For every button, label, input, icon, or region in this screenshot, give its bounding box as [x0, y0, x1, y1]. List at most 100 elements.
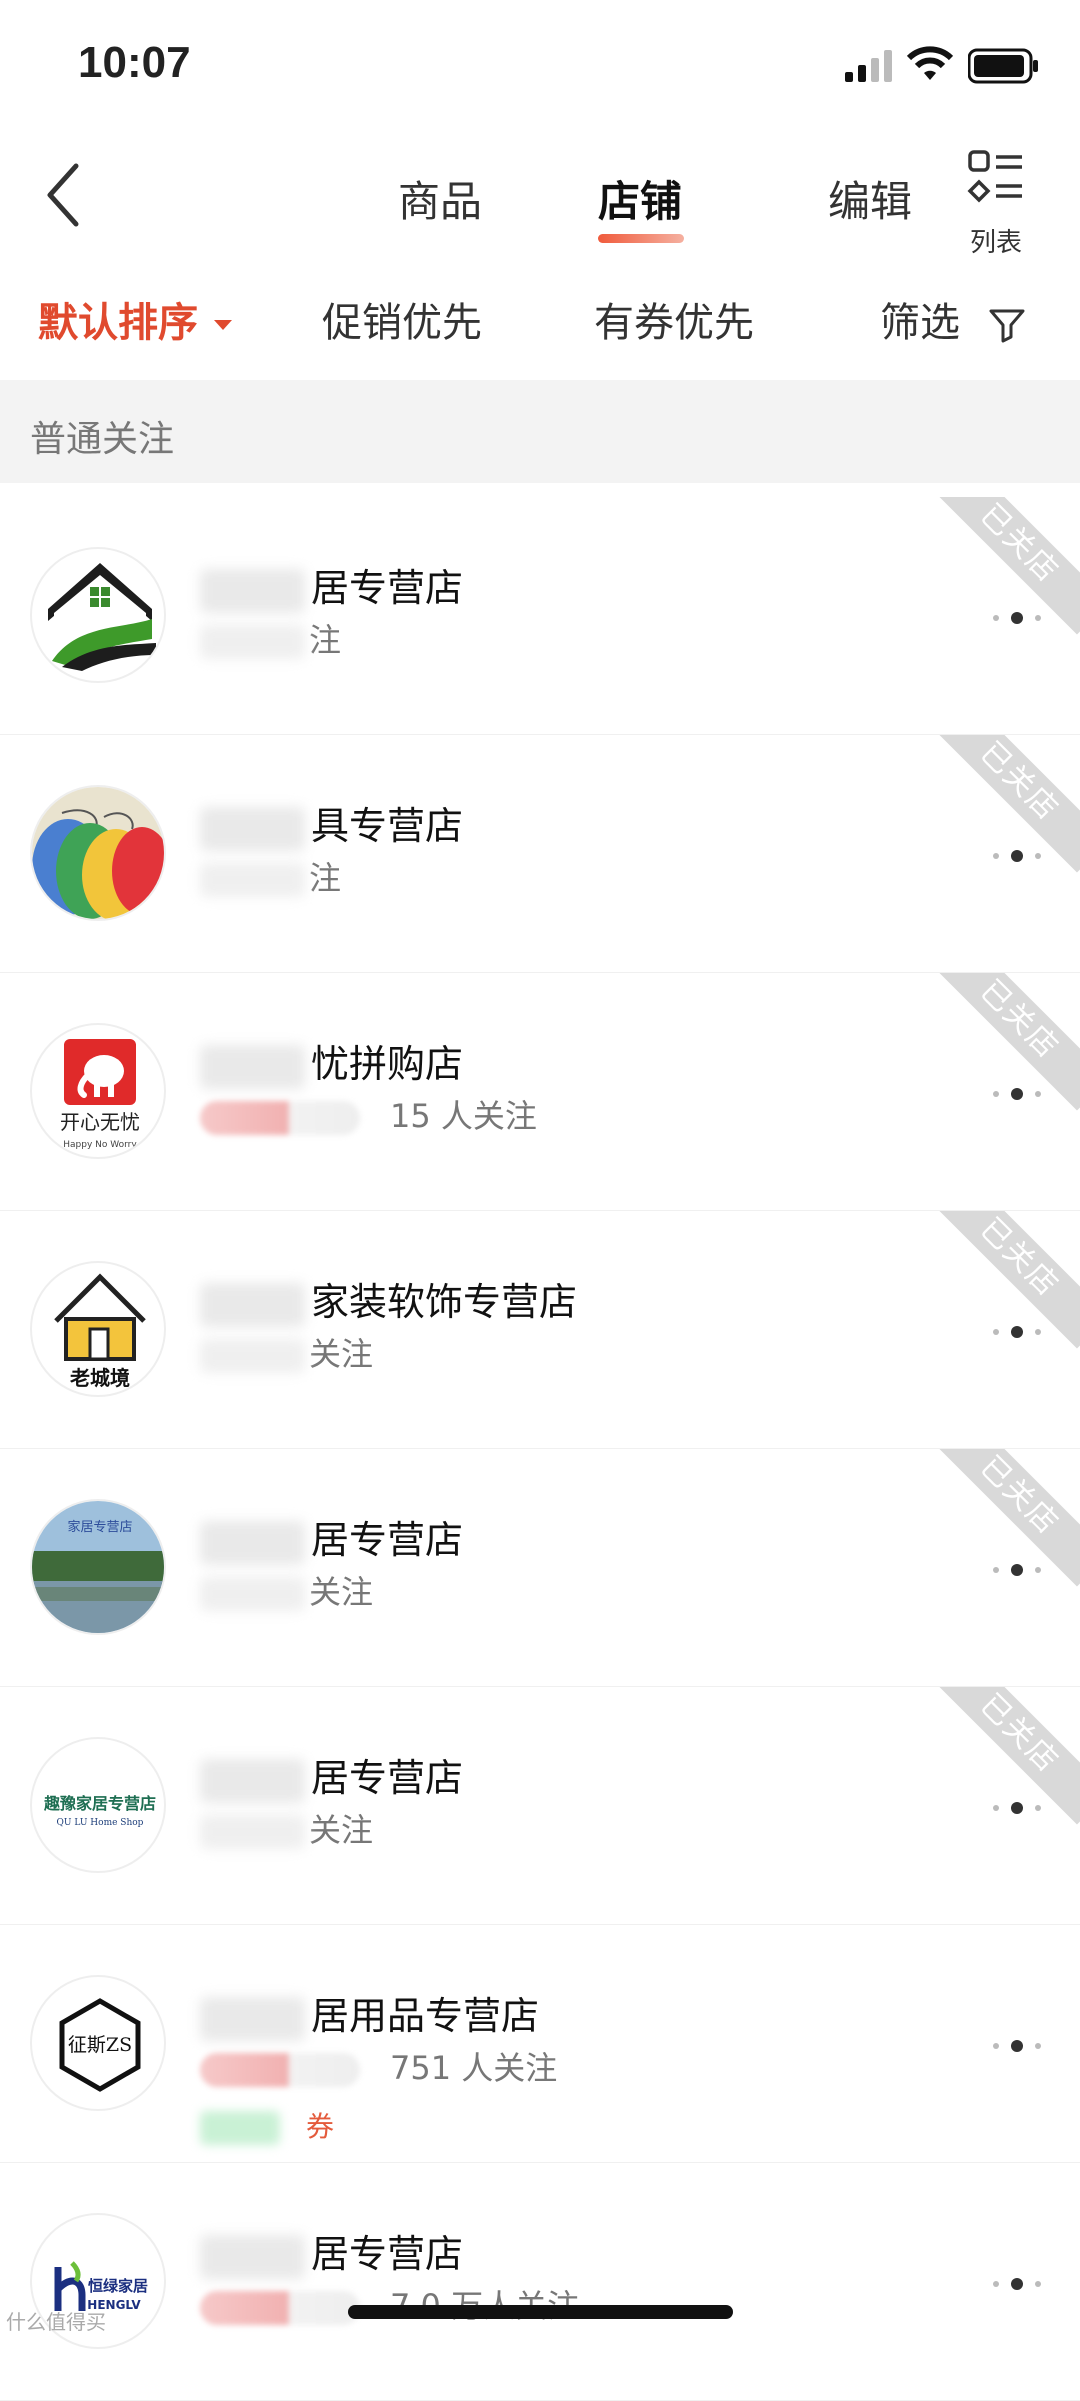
shop-logo-colorful	[30, 785, 166, 921]
shop-name: 居专营店	[200, 2223, 463, 2279]
caret-down-icon	[214, 320, 232, 330]
shop-followers-text: 关注	[309, 1573, 374, 1611]
shop-logo-laochengjing: 老城境	[30, 1261, 166, 1397]
shop-followers: 关注	[200, 1329, 373, 1375]
list-view-toggle[interactable]: 列表	[960, 148, 1032, 258]
shop-name-text: 居专营店	[311, 1518, 464, 1562]
shop-logo-quyu: 趣豫家居专营店 QU LU Home Shop	[30, 1737, 166, 1873]
shop-row[interactable]: 恒绿家居 HENGLV 居专营店 7.0 万人关注	[0, 2163, 1080, 2401]
shop-name-text: 忧拼购店	[311, 1042, 464, 1086]
battery-icon	[968, 48, 1038, 84]
status-bar: 10:07	[0, 0, 1080, 130]
filter-label: 筛选	[880, 300, 960, 346]
sort-promo-first[interactable]: 促销优先	[322, 290, 482, 348]
shop-followers: 注	[200, 853, 341, 899]
list-view-icon	[967, 150, 1022, 203]
tab-shops[interactable]: 店铺	[598, 168, 682, 229]
more-options-icon[interactable]	[990, 2040, 1044, 2052]
section-title: 普通关注	[30, 419, 175, 460]
sort-default-label: 默认排序	[38, 300, 198, 346]
shop-row[interactable]: 开心无忧 Happy No Worry 忧拼购店 15 人关注 已关店	[0, 973, 1080, 1211]
shop-row[interactable]: 趣豫家居专营店 QU LU Home Shop 居专营店 关注 已关店	[0, 1687, 1080, 1925]
shop-name-text: 家装软饰专营店	[311, 1280, 578, 1324]
shop-logo-kaixin: 开心无忧 Happy No Worry	[30, 1023, 166, 1159]
shop-row[interactable]: 居专营店 注 已关店	[0, 497, 1080, 735]
shop-followers-text: 15 人关注	[390, 1097, 537, 1135]
home-indicator[interactable]	[348, 2305, 733, 2319]
shop-row[interactable]: 征斯ZS 居用品专营店 751 人关注 券	[0, 1925, 1080, 2163]
more-options-icon[interactable]	[990, 1564, 1044, 1576]
shop-followers: 关注	[200, 1567, 373, 1613]
shop-logo-lake: 家居专营店	[30, 1499, 166, 1635]
logo-cn-text: 趣豫家居专营店	[43, 1794, 156, 1813]
logo-cn-text: 老城境	[70, 1366, 130, 1390]
list-view-label: 列表	[969, 228, 1022, 258]
more-options-icon[interactable]	[990, 1326, 1044, 1338]
back-icon[interactable]	[40, 160, 90, 230]
edit-button[interactable]: 编辑	[828, 168, 912, 229]
obscured-text	[200, 1339, 305, 1373]
section-header: 普通关注	[0, 380, 1080, 483]
obscured-text	[200, 1758, 305, 1803]
shop-name: 家装软饰专营店	[200, 1271, 577, 1327]
obscured-text	[200, 1996, 305, 2041]
obscured-text	[200, 1577, 305, 1611]
shop-name-text: 具专营店	[311, 804, 464, 848]
obscured-text	[200, 806, 305, 851]
obscured-text	[200, 2234, 305, 2279]
shop-name: 居专营店	[200, 557, 463, 613]
shop-row[interactable]: 具专营店 注 已关店	[0, 735, 1080, 973]
obscured-text	[200, 1282, 305, 1327]
filter-bar: 默认排序 促销优先 有券优先 筛选	[0, 270, 1080, 380]
shop-row[interactable]: 家居专营店 居专营店 关注 已关店	[0, 1449, 1080, 1687]
shop-name: 具专营店	[200, 795, 463, 851]
filter-button[interactable]: 筛选	[880, 290, 1027, 348]
obscured-promo-tag	[200, 2111, 280, 2145]
shop-coupon-row: 券	[200, 2105, 334, 2145]
shop-name: 忧拼购店	[200, 1033, 463, 1089]
more-options-icon[interactable]	[990, 850, 1044, 862]
shop-followers-text: 751 人关注	[390, 2049, 558, 2087]
shop-followers: 15 人关注	[200, 1091, 537, 1137]
wifi-icon	[906, 46, 954, 80]
obscured-text	[200, 1815, 305, 1849]
shop-name-text: 居专营店	[311, 1756, 464, 1800]
shop-name: 居用品专营店	[200, 1985, 539, 2041]
rating-stars	[200, 1101, 360, 1135]
shop-row[interactable]: 老城境 家装软饰专营店 关注 已关店	[0, 1211, 1080, 1449]
watermark: 什么值得买	[6, 2310, 106, 2334]
obscured-text	[200, 568, 305, 613]
active-tab-indicator	[598, 234, 684, 243]
cellular-signal-icon	[845, 50, 892, 82]
shop-name: 居专营店	[200, 1747, 463, 1803]
logo-en-text: QU LU Home Shop	[57, 1818, 144, 1828]
shop-followers: 751 人关注	[200, 2043, 557, 2089]
logo-cn-text: 征斯ZS	[68, 2034, 132, 2056]
shop-name-text: 居用品专营店	[311, 1994, 540, 2038]
obscured-text	[200, 863, 305, 897]
shop-followers-text: 注	[309, 859, 342, 897]
logo-cn-text: 恒绿家居	[88, 2277, 148, 2295]
sort-coupon-first[interactable]: 有券优先	[594, 290, 754, 348]
shop-name-text: 居专营店	[311, 566, 464, 610]
obscured-text	[200, 1520, 305, 1565]
more-options-icon[interactable]	[990, 1802, 1044, 1814]
shop-followers-text: 关注	[309, 1335, 374, 1373]
more-options-icon[interactable]	[990, 2278, 1044, 2290]
obscured-text	[200, 625, 305, 659]
shop-logo-zhengsi: 征斯ZS	[30, 1975, 166, 2111]
coupon-badge: 券	[306, 2110, 335, 2143]
logo-cn-text: 家居专营店	[67, 1519, 132, 1535]
shop-name: 居专营店	[200, 1509, 463, 1565]
obscured-text	[200, 1044, 305, 1089]
more-options-icon[interactable]	[990, 612, 1044, 624]
logo-cn-text: 开心无忧	[60, 1110, 140, 1134]
sort-default[interactable]: 默认排序	[38, 290, 232, 348]
shop-followers: 注	[200, 615, 341, 661]
shop-name-text: 居专营店	[311, 2232, 464, 2276]
tab-products[interactable]: 商品	[398, 168, 482, 229]
status-time: 10:07	[78, 38, 191, 87]
more-options-icon[interactable]	[990, 1088, 1044, 1100]
logo-en-text: Happy No Worry	[63, 1140, 137, 1150]
rating-stars	[200, 2291, 360, 2325]
